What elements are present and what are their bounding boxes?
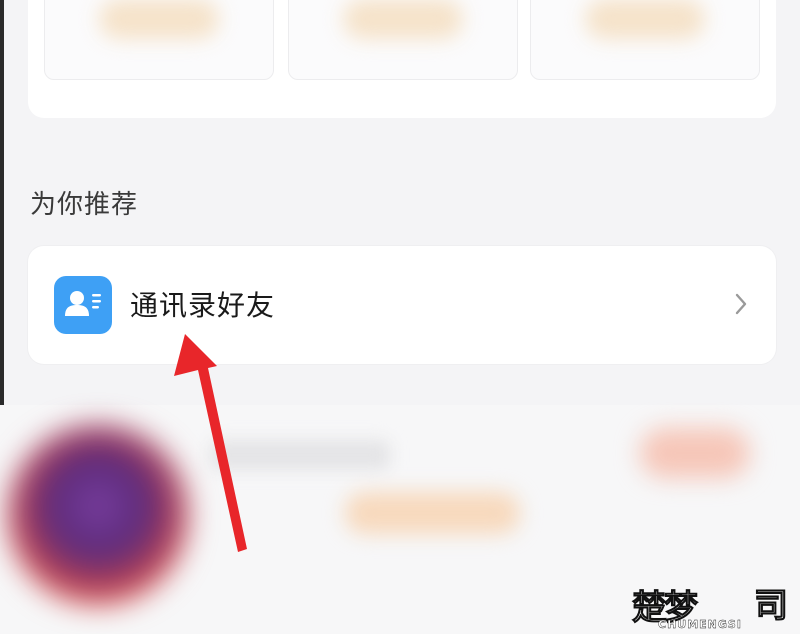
- contacts-icon: [54, 276, 112, 334]
- watermark-logo: 楚梦 司 CHUMENGSI: [626, 574, 796, 632]
- watermark-mark: 司: [754, 586, 789, 627]
- avatar: [8, 425, 188, 605]
- section-title: 为你推荐: [30, 190, 139, 220]
- blurred-action-button[interactable]: [640, 428, 750, 478]
- chevron-right-icon: [734, 292, 748, 316]
- contacts-friends-label: 通讯录好友: [130, 289, 276, 322]
- blurred-name-text: [210, 440, 390, 470]
- tile-icon-blurred: [99, 0, 219, 39]
- tile-icon-blurred: [343, 0, 463, 39]
- feature-grid-card: [28, 0, 776, 118]
- feature-tile[interactable]: [44, 0, 274, 80]
- tile-icon-blurred: [585, 0, 705, 39]
- feature-tile[interactable]: [530, 0, 760, 80]
- contacts-friends-row[interactable]: 通讯录好友: [28, 246, 776, 364]
- watermark-sub: CHUMENGSI: [658, 618, 742, 631]
- feature-tile[interactable]: [288, 0, 518, 80]
- blurred-tag: [345, 492, 520, 534]
